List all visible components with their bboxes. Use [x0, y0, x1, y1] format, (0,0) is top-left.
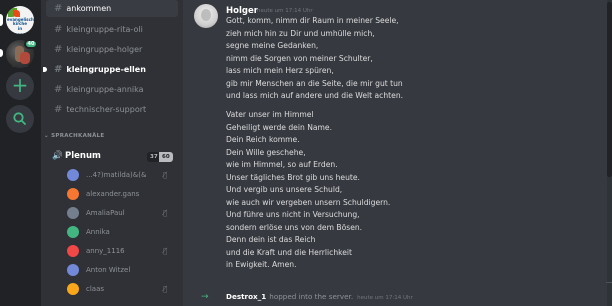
- channel-name: kleingruppe-ellen: [66, 65, 146, 74]
- avatar: [67, 245, 79, 257]
- message-line: nimm die Sorgen von meiner Schulter,: [226, 53, 373, 63]
- voice-user-name: Annika: [86, 228, 110, 236]
- hash-icon: #: [54, 84, 63, 95]
- message-line: Dein Wille geschehe,: [226, 147, 306, 157]
- channel-name: kleingruppe-holger: [66, 45, 143, 54]
- message-line: wie im Himmel, so auf Erden.: [226, 160, 338, 169]
- avatar: [67, 226, 79, 238]
- server-pill: [0, 49, 3, 57]
- server-evangelisch-icon[interactable]: evangelische kirche in...: [6, 6, 34, 34]
- explore-servers-button[interactable]: [6, 105, 34, 133]
- chat-area: Holger heute um 17:14 Uhr Gott, komm, ni…: [183, 0, 612, 306]
- channel-item[interactable]: # kleingruppe-ellen: [43, 61, 178, 78]
- voice-category-header[interactable]: ⌄ SPRACHKANÄLE: [44, 133, 105, 139]
- server-pill: [0, 14, 3, 26]
- join-message: Destrox_1 hopped into the server. heute um…: [226, 292, 413, 301]
- channel-name: kleingruppe-annika: [66, 85, 144, 94]
- message-timestamp: heute um 17:14 Uhr: [257, 8, 313, 14]
- avatar-face: [201, 9, 211, 21]
- voice-user-name: alexander.gans: [86, 190, 140, 198]
- scroll-marker: [606, 282, 612, 283]
- message-line: Gott, komm, nimm dir Raum in meiner Seel…: [226, 16, 399, 25]
- voice-user[interactable]: claas 🎙̸: [67, 281, 177, 297]
- channel-name: kleingruppe-rita-oli: [66, 25, 143, 34]
- hash-icon: #: [54, 104, 63, 115]
- rail-divider: [12, 66, 28, 67]
- channel-item[interactable]: # kleingruppe-rita-oli: [46, 21, 178, 38]
- logo-leaf: [13, 10, 20, 17]
- voice-user-name: anny_1116: [86, 247, 125, 255]
- join-arrow-icon: →: [201, 292, 209, 302]
- message-line: und die Kraft und die Herrlichkeit: [226, 247, 353, 257]
- voice-user[interactable]: Annika: [67, 224, 177, 240]
- voice-channel-name: Plenum: [65, 151, 101, 161]
- message-line: Unser tägliches Brot gib uns heute.: [226, 172, 360, 182]
- message-line: segne meine Gedanken,: [226, 41, 319, 50]
- hash-icon: #: [54, 64, 63, 75]
- add-server-button[interactable]: +: [6, 72, 34, 100]
- hash-icon: #: [54, 44, 63, 55]
- message-line: Geheiligt werde dein Name.: [226, 122, 333, 132]
- join-text: hopped into the server.: [269, 292, 354, 301]
- speaker-icon: 🔊: [52, 151, 63, 161]
- message-paragraph: Vater unser im Himmel Geheiligt werde dei…: [226, 109, 606, 272]
- scrollbar-thumb[interactable]: [607, 2, 612, 177]
- voice-user[interactable]: AmaliaPaul 🎙̸: [67, 205, 177, 221]
- channel-item[interactable]: # ankommen: [46, 0, 178, 17]
- logo-text-line: ...: [17, 30, 23, 34]
- mic-muted-icon: 🎙̸: [163, 285, 168, 293]
- message-line: und lass mich auf andere und die Welt ac…: [226, 91, 404, 100]
- message-paragraph: Gott, komm, nimm dir Raum in meiner Seel…: [226, 15, 606, 103]
- avatar[interactable]: [194, 4, 218, 28]
- voice-user-limit: 60: [159, 152, 173, 162]
- notification-badge: 40: [24, 39, 38, 49]
- message-line: zieh mich hin zu Dir und umhülle mich,: [226, 28, 375, 38]
- channel-sidebar: # ankommen # kleingruppe-rita-oli # kleingrup…: [41, 0, 183, 306]
- channel-item[interactable]: # kleingruppe-holger: [46, 41, 178, 58]
- message-line: Denn dein ist das Reich: [226, 235, 316, 244]
- voice-user[interactable]: anny_1116 🎙̸: [67, 243, 177, 259]
- voice-channel-plenum[interactable]: 🔊 Plenum 37 60: [46, 149, 178, 164]
- mic-muted-icon: 🎙̸: [163, 209, 168, 217]
- voice-user[interactable]: ...4?)matilda)&(& 🎙̸: [67, 167, 177, 183]
- channel-name: technischer-support: [66, 105, 147, 114]
- avatar: [67, 283, 79, 295]
- unread-indicator: [43, 67, 47, 72]
- hash-icon: #: [54, 24, 63, 35]
- message-line: Und vergib uns unsere Schuld,: [226, 185, 343, 194]
- channel-item[interactable]: # kleingruppe-annika: [46, 81, 178, 98]
- channel-name: ankommen: [66, 4, 112, 13]
- message-line: wie auch wir vergeben unsern Schuldigern…: [226, 197, 391, 207]
- voice-user-name: claas: [86, 285, 105, 293]
- voice-user-name: Anton Witzel: [86, 266, 131, 274]
- voice-user-name: AmaliaPaul: [86, 209, 125, 217]
- avatar: [67, 188, 79, 200]
- scrollbar[interactable]: [607, 0, 612, 306]
- message-line: in Ewigkeit. Amen.: [226, 260, 297, 269]
- channel-item[interactable]: # technischer-support: [46, 101, 178, 118]
- voice-user[interactable]: Anton Witzel: [67, 262, 177, 278]
- photo-figure: [20, 52, 30, 64]
- mic-muted-icon: 🎙̸: [163, 171, 168, 179]
- avatar: [67, 169, 79, 181]
- avatar: [67, 207, 79, 219]
- mic-muted-icon: 🎙̸: [163, 247, 168, 255]
- message-line: Dein Reich komme.: [226, 135, 300, 144]
- server-rail: evangelische kirche in... 40 +: [0, 0, 41, 306]
- message-line: Vater unser im Himmel: [226, 110, 314, 119]
- voice-category-label: SPRACHKANÄLE: [51, 133, 105, 139]
- join-user[interactable]: Destrox_1: [226, 292, 266, 301]
- message-line: Und führe uns nicht in Versuchung,: [226, 210, 360, 219]
- avatar: [67, 264, 79, 276]
- message-line: lass mich mein Herz spüren,: [226, 66, 334, 75]
- voice-user[interactable]: alexander.gans: [67, 186, 177, 202]
- server-logo-text: evangelische kirche in...: [7, 17, 34, 34]
- search-icon: [13, 112, 26, 125]
- voice-user-name: ...4?)matilda)&(&: [86, 171, 147, 179]
- join-timestamp: heute um 17:14 Uhr: [357, 295, 413, 301]
- hash-icon: #: [54, 3, 63, 14]
- message-line: sondern erlöse uns von dem Bösen.: [226, 222, 363, 232]
- message-line: gib mir Menschen an die Seite, die mir g…: [226, 78, 403, 88]
